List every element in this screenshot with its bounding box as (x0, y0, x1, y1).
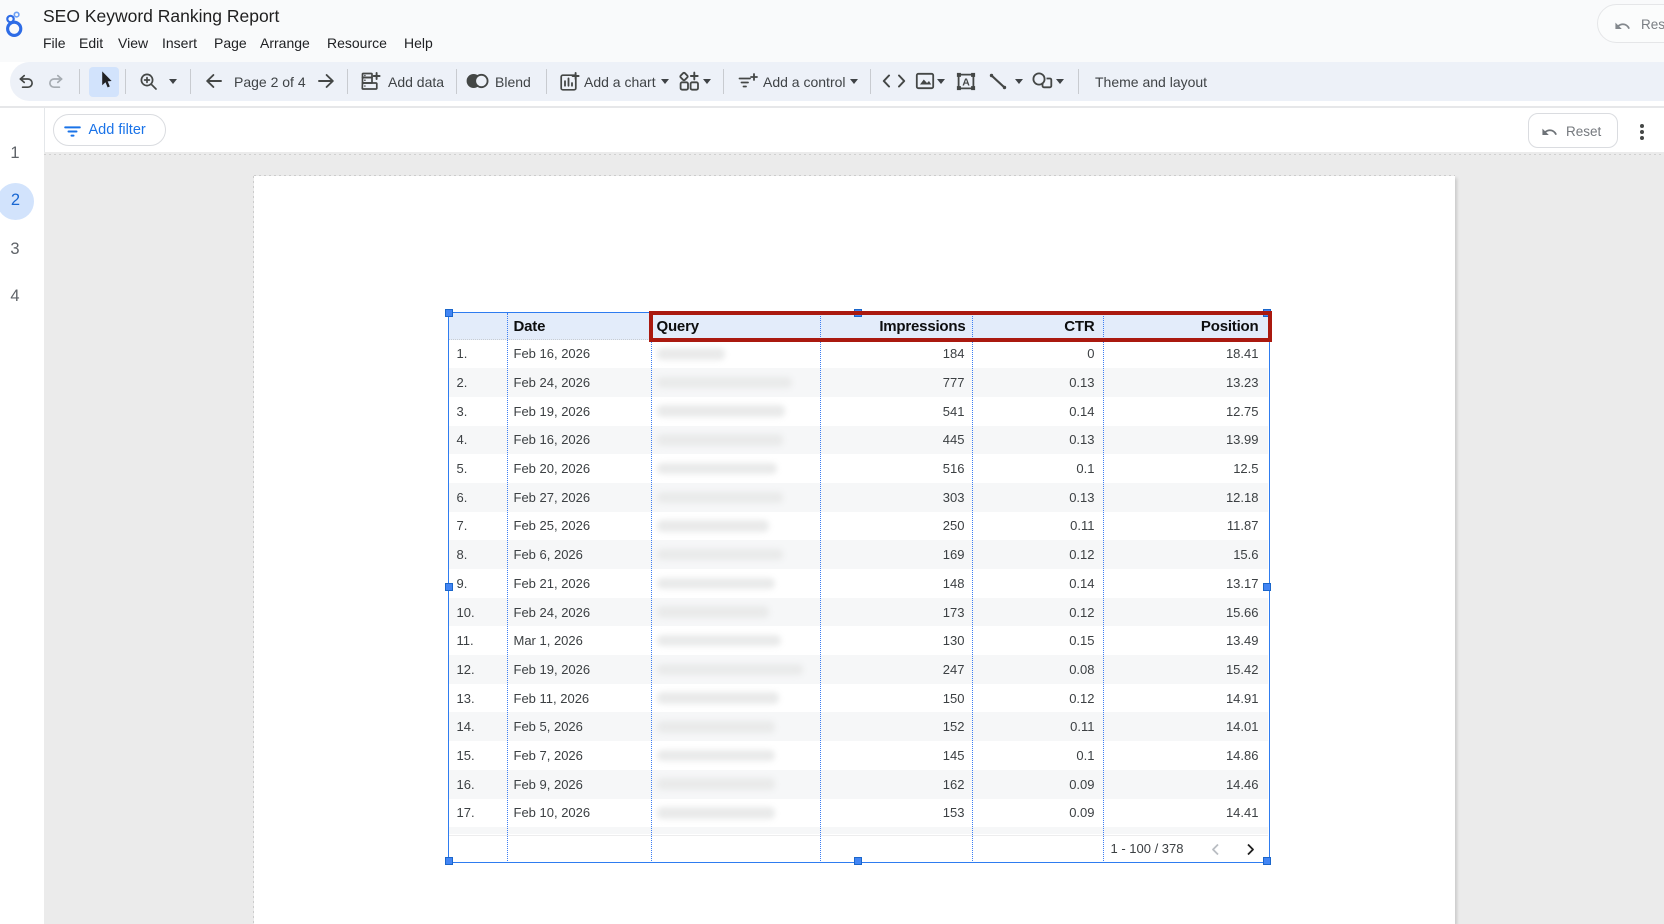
svg-text:A: A (962, 77, 970, 89)
